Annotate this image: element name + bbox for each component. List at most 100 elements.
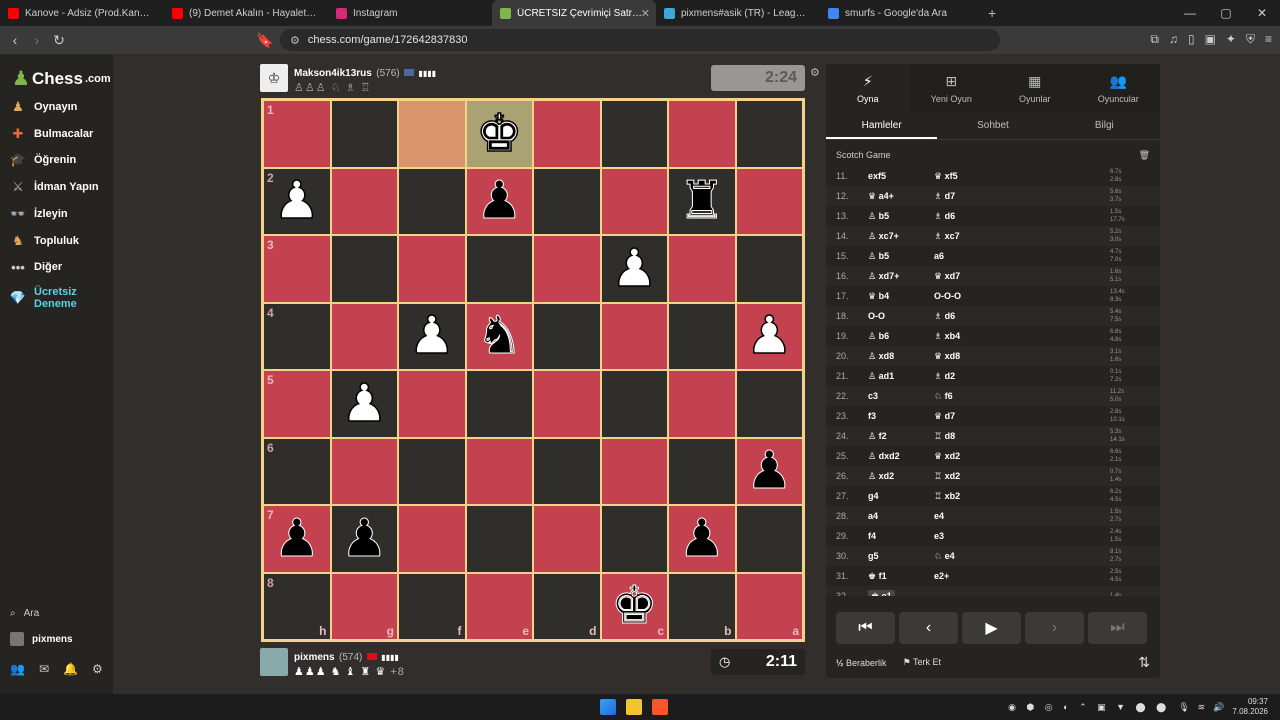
board-square[interactable] (533, 505, 601, 573)
board-square[interactable]: 5 (263, 370, 331, 438)
white-move[interactable]: f3 (868, 411, 934, 421)
friends-icon[interactable]: 👥 (10, 662, 25, 676)
black-move[interactable]: ♗ d2 (934, 371, 1000, 382)
board-square[interactable] (735, 370, 803, 438)
delete-icon[interactable]: 🗑 (1139, 150, 1150, 161)
sidebar-search[interactable]: ⌕ Ara (10, 608, 39, 619)
first-move-button[interactable]: ⏮ (836, 612, 895, 644)
board-square[interactable]: d (533, 572, 601, 640)
white-move[interactable]: ♙ dxd2 (868, 451, 934, 462)
shield-icon[interactable]: ⛨ (1246, 32, 1255, 47)
black-move[interactable]: e3 (934, 531, 1000, 541)
board-square[interactable] (735, 167, 803, 235)
browser-tab[interactable]: (9) Demet Akalın - Hayalet - YouT (164, 0, 328, 26)
white-move[interactable]: ♙ b5 (868, 211, 934, 222)
white-move[interactable]: ♛ a4+ (868, 191, 934, 202)
board-square[interactable] (533, 235, 601, 303)
white-move[interactable]: ♚ e1 (868, 589, 934, 596)
board-square[interactable]: ♟ (330, 370, 398, 438)
board-square[interactable] (398, 505, 466, 573)
board-square[interactable]: 4 (263, 302, 331, 370)
player-avatar[interactable] (260, 648, 288, 676)
black-move[interactable]: ♛ xf5 (934, 171, 1000, 182)
volume-icon[interactable]: 🔊 (1213, 702, 1224, 713)
board-square[interactable] (533, 437, 601, 505)
board-square[interactable] (330, 235, 398, 303)
board-square[interactable]: ♚ (465, 100, 533, 168)
board-square[interactable] (668, 437, 736, 505)
white-move[interactable]: ♙ f2 (868, 431, 934, 442)
back-icon[interactable]: ‹ (4, 32, 26, 48)
board-square[interactable]: 6 (263, 437, 331, 505)
subtab-1[interactable]: Sohbet (937, 112, 1048, 139)
board-square[interactable] (465, 437, 533, 505)
black-move[interactable]: e4 (934, 511, 1000, 521)
panel-tab-0[interactable]: ⚡ Oyna (826, 64, 910, 112)
panel-tab-3[interactable]: 👥 Oyuncular (1077, 64, 1161, 112)
sidebar-item-watch[interactable]: 👓 İzleyin (10, 206, 110, 222)
system-clock[interactable]: 09:37 7.08.2026 (1232, 697, 1268, 717)
site-info-icon[interactable]: ⚙ (290, 34, 300, 47)
board-square[interactable] (600, 100, 668, 168)
black-move[interactable]: O-O-O (934, 291, 1000, 301)
browser-tab[interactable]: Kanove - Adsiz (Prod.Kanove) - YouT (0, 0, 164, 26)
extensions-icon[interactable]: ⧉ (1150, 32, 1159, 47)
next-move-button[interactable]: › (1025, 612, 1084, 644)
board-square[interactable] (600, 167, 668, 235)
board-square[interactable]: ♟ (398, 302, 466, 370)
draw-button[interactable]: ½ Beraberlik (836, 658, 887, 668)
sidebar-item-diamond[interactable]: 💎 Ücretsiz Deneme (10, 286, 110, 310)
flip-board-icon[interactable]: ⇅ (1138, 654, 1150, 671)
sidebar-item-play[interactable]: ♟ Oynayın (10, 99, 110, 115)
board-square[interactable]: ♟ (330, 505, 398, 573)
board-square[interactable] (533, 302, 601, 370)
black-pawn-icon[interactable]: ♟ (475, 175, 523, 228)
black-move[interactable]: ♗ d7 (934, 191, 1000, 202)
board-square[interactable]: 2 ♟ (263, 167, 331, 235)
white-move[interactable]: ♙ xd8 (868, 351, 934, 362)
black-move[interactable]: a6 (934, 251, 1000, 261)
black-move[interactable]: ♛ xd8 (934, 351, 1000, 362)
browser-tab[interactable]: ÜCRETSİZ Çevrimiçi Satranç (✕ (492, 0, 656, 26)
board-square[interactable] (533, 100, 601, 168)
black-move[interactable]: ♗ d6 (934, 211, 1000, 222)
black-pawn-icon[interactable]: ♟ (678, 512, 726, 565)
board-square[interactable] (668, 100, 736, 168)
white-move[interactable]: g4 (868, 491, 934, 501)
sidebar-item-puzzle[interactable]: ✚ Bulmacalar (10, 126, 110, 142)
board-square[interactable] (735, 505, 803, 573)
url-field[interactable]: ⚙ chess.com/game/172642837830 (280, 29, 1000, 51)
board-square[interactable] (330, 302, 398, 370)
subtab-0[interactable]: Hamleler (826, 112, 938, 139)
board-square[interactable]: ♟ (735, 302, 803, 370)
black-move[interactable]: e2+ (934, 571, 1000, 581)
board-square[interactable]: ♞ (465, 302, 533, 370)
white-move[interactable]: a4 (868, 511, 934, 521)
black-move[interactable]: ♗ xc7 (934, 231, 1000, 242)
board-square[interactable] (668, 370, 736, 438)
browser-tab[interactable]: smurfs - Google'da Ara (820, 0, 984, 26)
board-square[interactable] (735, 100, 803, 168)
board-square[interactable]: 1 (263, 100, 331, 168)
board-square[interactable]: c ♚ (600, 572, 668, 640)
black-move[interactable]: ♖ d8 (934, 431, 1000, 442)
black-move[interactable]: ♗ d6 (934, 311, 1000, 322)
white-pawn-icon[interactable]: ♟ (408, 310, 456, 364)
panel-tab-2[interactable]: ▦ Oyunlar (993, 64, 1077, 112)
black-rook-icon[interactable]: ♜ (678, 175, 726, 228)
white-move[interactable]: exf5 (868, 171, 934, 181)
resign-button[interactable]: ⚑ Terk Et (903, 657, 941, 668)
board-square[interactable] (533, 370, 601, 438)
last-move-button[interactable]: ⏭ (1088, 612, 1147, 644)
board-square[interactable] (600, 505, 668, 573)
black-move[interactable]: ♘ e4 (934, 551, 1000, 562)
black-move[interactable]: ♛ xd2 (934, 451, 1000, 462)
white-move[interactable]: ♙ xd2 (868, 471, 934, 482)
board-square[interactable]: g (330, 572, 398, 640)
board-square[interactable] (668, 302, 736, 370)
board-square[interactable]: e (465, 572, 533, 640)
white-move[interactable]: f4 (868, 531, 934, 541)
sidebar-item-community[interactable]: ♞ Topluluk (10, 233, 110, 249)
white-move[interactable]: ♙ b5 (868, 251, 934, 262)
white-move[interactable]: O-O (868, 311, 934, 321)
